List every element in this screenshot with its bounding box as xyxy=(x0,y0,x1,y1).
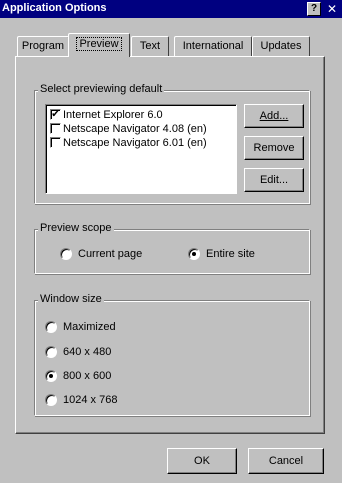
browser-checkbox[interactable]: ✔ xyxy=(50,109,61,120)
help-icon: ? xyxy=(310,3,318,14)
window-size-option-800[interactable]: 800 x 600 xyxy=(45,369,165,383)
tab-preview[interactable]: Preview xyxy=(68,33,130,57)
tab-program[interactable]: Program xyxy=(17,36,69,56)
remove-button-label: Remove xyxy=(253,142,295,154)
close-icon: ✕ xyxy=(326,2,338,16)
tab-text[interactable]: Text xyxy=(131,36,169,56)
add-button[interactable]: Add... xyxy=(244,104,304,128)
previewing-default-legend: Select previewing default xyxy=(38,83,165,95)
window-size-label: 800 x 600 xyxy=(63,370,112,382)
edit-button-label: Edit... xyxy=(259,174,289,186)
current-page-radio[interactable]: Current page xyxy=(60,247,170,261)
window-size-label: 640 x 480 xyxy=(63,346,112,358)
radio-button[interactable] xyxy=(60,248,72,260)
radio-selected-dot xyxy=(192,252,196,256)
entire-site-label: Entire site xyxy=(206,248,255,260)
tab-updates[interactable]: Updates xyxy=(252,36,310,56)
window-size-label: Maximized xyxy=(63,321,116,333)
window-title: Application Options xyxy=(2,2,107,14)
radio-button[interactable] xyxy=(45,321,57,333)
radio-button[interactable] xyxy=(45,394,57,406)
remove-button[interactable]: Remove xyxy=(244,136,304,160)
radio-button[interactable] xyxy=(45,346,57,358)
tab-label: Program xyxy=(21,40,65,52)
tab-international[interactable]: International xyxy=(174,36,252,56)
browser-checkbox[interactable] xyxy=(50,123,61,134)
window-size-label: 1024 x 768 xyxy=(63,394,118,406)
browser-list[interactable]: ✔ Internet Explorer 6.0 Netscape Navigat… xyxy=(45,104,237,194)
current-page-label: Current page xyxy=(78,248,143,260)
window-size-option-maximized[interactable]: Maximized xyxy=(45,320,165,334)
tab-label: Text xyxy=(139,40,161,52)
help-button[interactable]: ? xyxy=(307,2,321,16)
close-button[interactable]: ✕ xyxy=(325,1,339,17)
browser-checkbox[interactable] xyxy=(50,137,61,148)
radio-selected-dot xyxy=(49,374,53,378)
ok-button-label: OK xyxy=(194,455,210,467)
tab-label: Preview xyxy=(76,37,122,51)
ok-button[interactable]: OK xyxy=(167,448,237,474)
window-size-option-1024[interactable]: 1024 x 768 xyxy=(45,393,165,407)
browser-label: Internet Explorer 6.0 xyxy=(63,109,163,121)
add-button-label: Add... xyxy=(259,110,289,122)
title-bar[interactable]: Application Options ? ✕ xyxy=(0,0,342,18)
preview-scope-legend: Preview scope xyxy=(38,222,114,234)
radio-button[interactable] xyxy=(45,370,57,382)
entire-site-radio[interactable]: Entire site xyxy=(188,247,288,261)
window-size-option-640[interactable]: 640 x 480 xyxy=(45,345,165,359)
cancel-button-label: Cancel xyxy=(268,455,304,467)
tab-label: Updates xyxy=(260,40,302,52)
edit-button[interactable]: Edit... xyxy=(244,168,304,192)
browser-label: Netscape Navigator 6.01 (en) xyxy=(63,137,207,149)
window-size-legend: Window size xyxy=(38,293,104,305)
browser-label: Netscape Navigator 4.08 (en) xyxy=(63,123,207,135)
tab-label: International xyxy=(182,40,244,52)
cancel-button[interactable]: Cancel xyxy=(248,448,324,474)
radio-button[interactable] xyxy=(188,248,200,260)
